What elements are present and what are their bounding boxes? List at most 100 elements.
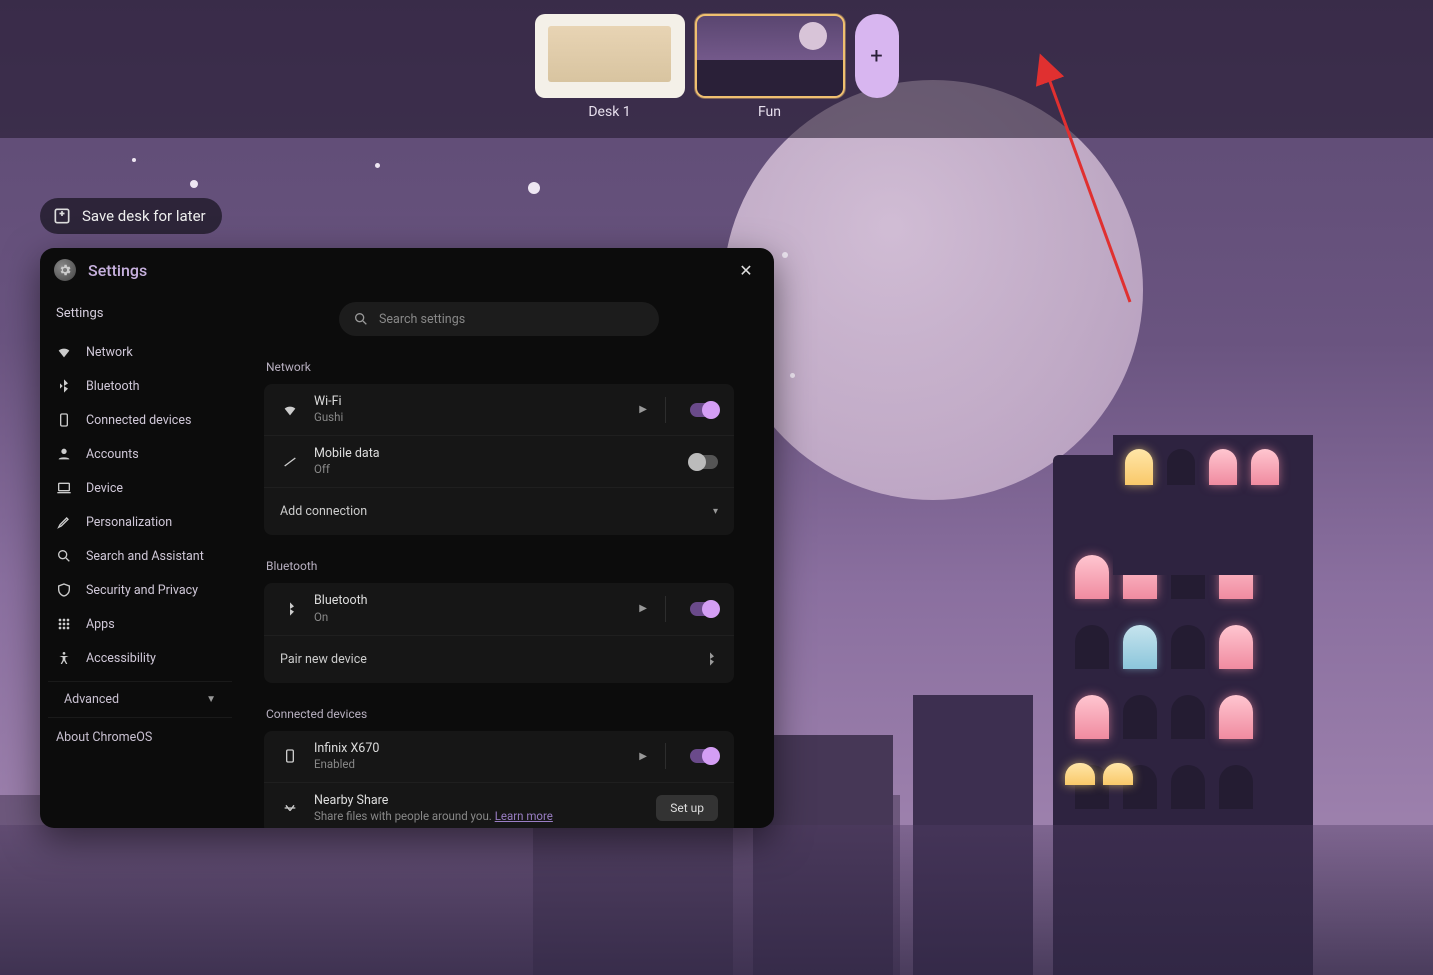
settings-app-icon xyxy=(54,259,76,281)
settings-window: Settings ✕ Settings Network Bluetooth Co… xyxy=(40,248,774,828)
add-connection-label: Add connection xyxy=(280,504,367,519)
connected-devices-card: Infinix X670 Enabled ▶ Nearby Share Shar… xyxy=(264,731,734,828)
wifi-subtitle: Gushi xyxy=(314,410,621,425)
nav-personalization[interactable]: Personalization xyxy=(40,505,240,539)
nav-label: Accessibility xyxy=(86,651,156,666)
settings-sidebar: Settings Network Bluetooth Connected dev… xyxy=(40,292,240,828)
settings-content: Network Wi-Fi Gushi ▶ Mobile data xyxy=(240,292,774,828)
nearby-share-icon xyxy=(280,800,300,816)
wifi-row[interactable]: Wi-Fi Gushi ▶ xyxy=(264,384,734,435)
bluetooth-card: Bluetooth On ▶ Pair new device xyxy=(264,583,734,682)
section-heading-bluetooth: Bluetooth xyxy=(264,553,734,583)
save-desk-label: Save desk for later xyxy=(82,207,206,225)
bluetooth-pair-icon xyxy=(702,651,718,667)
nav-connected-devices[interactable]: Connected devices xyxy=(40,403,240,437)
nav-accessibility[interactable]: Accessibility xyxy=(40,641,240,675)
network-card: Wi-Fi Gushi ▶ Mobile data Off A xyxy=(264,384,734,535)
nav-label: Apps xyxy=(86,617,115,632)
nav-search-assistant[interactable]: Search and Assistant xyxy=(40,539,240,573)
wifi-toggle[interactable] xyxy=(690,403,718,417)
chevron-right-icon: ▶ xyxy=(635,751,651,762)
section-heading-network: Network xyxy=(264,354,734,384)
sidebar-title: Settings xyxy=(40,300,240,335)
desk-label-1[interactable]: Desk 1 xyxy=(588,104,630,120)
nav-device[interactable]: Device xyxy=(40,471,240,505)
plus-icon: + xyxy=(870,44,882,69)
wifi-title: Wi-Fi xyxy=(314,394,621,410)
chevron-right-icon: ▶ xyxy=(635,603,651,614)
phone-row[interactable]: Infinix X670 Enabled ▶ xyxy=(264,731,734,782)
section-heading-connected: Connected devices xyxy=(264,701,734,731)
water-reflection xyxy=(0,825,1433,975)
star xyxy=(528,182,540,194)
learn-more-link[interactable]: Learn more xyxy=(495,809,553,823)
apps-icon xyxy=(56,616,72,632)
brush-icon xyxy=(56,514,72,530)
shield-icon xyxy=(56,582,72,598)
close-icon: ✕ xyxy=(739,261,752,280)
phone-icon xyxy=(280,748,300,764)
bluetooth-icon xyxy=(280,601,300,617)
pair-device-row[interactable]: Pair new device xyxy=(264,635,734,683)
divider xyxy=(665,596,666,622)
chevron-right-icon: ▶ xyxy=(635,404,651,415)
bluetooth-icon xyxy=(56,378,72,394)
search-box[interactable] xyxy=(339,302,659,336)
bluetooth-title: Bluetooth xyxy=(314,593,621,609)
phone-icon xyxy=(56,412,72,428)
save-icon xyxy=(52,206,72,226)
add-connection-row[interactable]: Add connection ▾ xyxy=(264,487,734,535)
close-button[interactable]: ✕ xyxy=(732,256,760,284)
mobile-title: Mobile data xyxy=(314,446,666,462)
mobile-data-toggle[interactable] xyxy=(690,455,718,469)
nav-label: Device xyxy=(86,481,123,496)
divider xyxy=(665,743,666,769)
nav-about-chromeos[interactable]: About ChromeOS xyxy=(40,718,240,757)
desks-overview-bar: Desk 1 Fun + xyxy=(0,0,1433,138)
about-label: About ChromeOS xyxy=(56,730,152,745)
bluetooth-row[interactable]: Bluetooth On ▶ xyxy=(264,583,734,634)
nav-label: Security and Privacy xyxy=(86,583,198,598)
nav-label: Connected devices xyxy=(86,413,191,428)
star xyxy=(375,163,380,168)
accessibility-icon xyxy=(56,650,72,666)
nav-apps[interactable]: Apps xyxy=(40,607,240,641)
nav-advanced[interactable]: Advanced ▼ xyxy=(48,681,232,718)
star xyxy=(790,373,795,378)
chevron-down-icon: ▾ xyxy=(713,506,718,517)
person-icon xyxy=(56,446,72,462)
bluetooth-subtitle: On xyxy=(314,610,621,625)
desk-label-2[interactable]: Fun xyxy=(758,104,781,120)
wifi-icon xyxy=(280,402,300,418)
mobile-subtitle: Off xyxy=(314,462,666,477)
bluetooth-toggle[interactable] xyxy=(690,602,718,616)
search-icon xyxy=(353,311,369,327)
titlebar: Settings ✕ xyxy=(40,248,774,292)
mobile-data-row[interactable]: Mobile data Off xyxy=(264,435,734,487)
wifi-icon xyxy=(56,344,72,360)
window-title: Settings xyxy=(88,261,720,280)
divider xyxy=(665,397,666,423)
nav-bluetooth[interactable]: Bluetooth xyxy=(40,369,240,403)
nav-label: Network xyxy=(86,345,133,360)
nav-accounts[interactable]: Accounts xyxy=(40,437,240,471)
search-input[interactable] xyxy=(379,312,645,327)
nav-security-privacy[interactable]: Security and Privacy xyxy=(40,573,240,607)
setup-button[interactable]: Set up xyxy=(656,795,718,821)
star xyxy=(132,158,136,162)
nearby-title: Nearby Share xyxy=(314,793,642,809)
save-desk-button[interactable]: Save desk for later xyxy=(40,198,222,234)
nav-label: Bluetooth xyxy=(86,379,140,394)
chevron-down-icon: ▼ xyxy=(206,694,216,705)
add-desk-button[interactable]: + xyxy=(855,14,899,98)
phone-subtitle: Enabled xyxy=(314,757,621,772)
nav-label: Search and Assistant xyxy=(86,549,204,564)
phone-toggle[interactable] xyxy=(690,749,718,763)
nav-network[interactable]: Network xyxy=(40,335,240,369)
advanced-label: Advanced xyxy=(64,692,119,707)
desk-thumbnail-2[interactable] xyxy=(695,14,845,98)
nav-label: Personalization xyxy=(86,515,172,530)
search-icon xyxy=(56,548,72,564)
desk-thumbnail-1[interactable] xyxy=(535,14,685,98)
phone-title: Infinix X670 xyxy=(314,741,621,757)
